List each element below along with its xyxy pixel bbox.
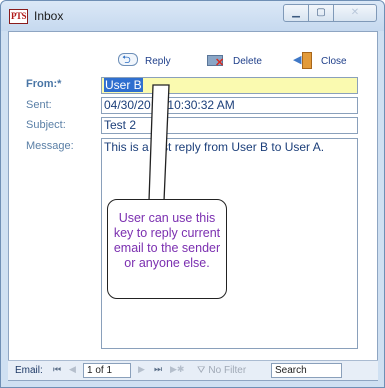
nav-label: Email: — [15, 365, 43, 376]
next-record-icon[interactable]: ▶ — [138, 364, 145, 375]
close-door-icon: ◀ — [293, 52, 315, 70]
close-button[interactable]: ◀ Close — [293, 51, 347, 71]
filter-icon: ⛛ — [197, 365, 206, 376]
record-number-input[interactable]: 1 of 1 — [83, 363, 131, 378]
close-label: Close — [321, 55, 347, 67]
message-label: Message: — [26, 140, 74, 152]
delete-icon: ✕ — [205, 52, 227, 70]
filter-label: No Filter — [208, 365, 247, 376]
from-value: User B — [104, 78, 143, 92]
last-record-icon[interactable]: ⏭ — [154, 364, 162, 375]
filter-toggle[interactable]: ⛛ No Filter — [197, 365, 246, 376]
subject-label: Subject: — [26, 119, 66, 131]
delete-button[interactable]: ✕ Delete — [205, 51, 262, 71]
inbox-window: PTS Inbox ▁ ▢ ✕ ⮌ Reply ✕ Delete ◀ Close… — [0, 0, 385, 388]
subject-field[interactable]: Test 2 — [101, 117, 358, 134]
previous-record-icon[interactable]: ◀ — [69, 364, 76, 375]
from-field[interactable]: User B — [101, 77, 358, 94]
app-icon: PTS — [9, 9, 28, 24]
sent-field[interactable]: 04/30/2017 10:30:32 AM — [101, 97, 358, 114]
reply-label: Reply — [145, 55, 171, 67]
new-record-icon[interactable]: ▶✱ — [170, 364, 184, 375]
close-window-button[interactable]: ✕ — [333, 4, 377, 22]
record-navigation-bar: Email: ⏮ ◀ 1 of 1 ▶ ⏭ ▶✱ ⛛ No Filter Sea… — [8, 360, 378, 380]
from-label: From:* — [26, 78, 62, 90]
callout-annotation: User can use this key to reply current e… — [107, 199, 227, 299]
minimize-button[interactable]: ▁ — [283, 4, 309, 22]
first-record-icon[interactable]: ⏮ — [53, 364, 61, 375]
delete-label: Delete — [233, 55, 262, 67]
maximize-button[interactable]: ▢ — [308, 4, 334, 22]
search-input[interactable]: Search — [271, 363, 342, 378]
sent-label: Sent: — [26, 99, 52, 111]
reply-button[interactable]: ⮌ Reply — [117, 51, 171, 71]
reply-icon: ⮌ — [117, 52, 139, 70]
window-title: Inbox — [34, 9, 64, 23]
title-bar[interactable]: PTS Inbox ▁ ▢ ✕ — [1, 1, 384, 31]
